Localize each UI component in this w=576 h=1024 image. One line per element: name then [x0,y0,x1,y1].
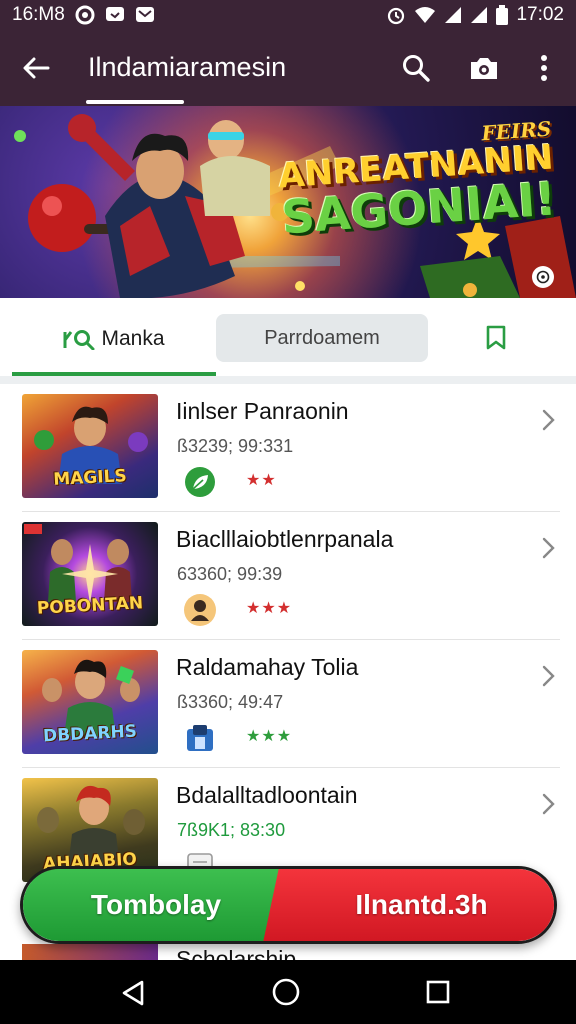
system-nav-bar [0,960,576,1024]
tab-bookmarks[interactable] [470,316,522,360]
back-triangle-icon[interactable] [118,978,148,1008]
search-icon [403,55,430,82]
chevron-right-icon [542,793,555,815]
status-time: 16:M8 [12,4,65,25]
app-screen: 16:M8 17:02 Ilndamiaramesin FEIRS ANREAT… [0,0,576,1024]
rating-stars: ★★ [246,472,277,489]
green-leaf-badge-icon [182,466,218,498]
wifi-icon [414,6,436,24]
item-meta: 7ß9K1; 83:30 [177,820,286,840]
chevron-right-icon [542,409,555,431]
game-thumbnail: DBDARHS [22,650,158,754]
home-circle-icon[interactable] [270,976,302,1008]
item-meta: 63360; 99:39 [177,564,283,584]
list-item[interactable]: MAGILS Iinlser Panraonin ß3239; 99:331 ★… [0,384,576,512]
game-thumbnail: MAGILS [22,394,158,498]
back-button[interactable] [16,48,56,88]
chevron-right-icon [542,665,555,687]
split-action-button: Tombolay Ilnantd.3h [20,866,557,944]
item-title: Bdalalltadloontain [176,782,358,808]
item-title: Iinlser Panraonin [176,398,349,424]
status-bar: 16:M8 17:02 [0,0,576,30]
blue-cube-icon [182,722,218,754]
tab-manka[interactable]: Manka [12,308,216,370]
chevron-right-icon [542,537,555,559]
more-options-button[interactable] [524,48,564,88]
title-underline [86,100,184,104]
list-item[interactable]: DBDARHS Raldamahay Tolia ß3360; 49:47 ★★… [0,640,576,768]
page-title: Ilndamiaramesin [88,52,287,82]
signal-icon [470,6,488,24]
banner-info-icon[interactable] [532,266,554,288]
game-thumbnail: POBONTAN [22,522,158,626]
bookmark-icon [486,325,506,350]
tab-parrdoamem-label: Parrdoamem [264,326,380,349]
recents-square-icon[interactable] [424,978,452,1006]
app-bar: Ilndamiaramesin [0,30,576,106]
search-button[interactable] [396,48,436,88]
tombolay-button[interactable]: Tombolay [23,869,289,941]
banner-headline: FEIRS ANREATNANIN SAGONIAI! [275,117,558,245]
promo-banner[interactable]: FEIRS ANREATNANIN SAGONIAI! [0,106,576,298]
tombolay-label: Tombolay [90,889,222,920]
item-meta: ß3360; 49:47 [177,692,284,712]
item-title: Raldamahay Tolia [176,654,359,680]
status-clock: 17:02 [516,4,564,25]
tab-parrdoamem[interactable]: Parrdoamem [216,314,428,362]
ilnantd-label: Ilnantd.3h [355,889,488,920]
settings-circle-icon [75,5,95,25]
battery-icon [496,5,509,25]
signal-icon [444,6,462,24]
rating-stars: ★★★ [246,728,293,745]
more-vertical-icon [541,55,547,81]
hero-avatar-icon [182,594,218,626]
arrow-left-icon [23,57,50,79]
next-item-title: Scholarship [176,946,297,960]
item-meta: ß3239; 99:331 [177,436,294,456]
message-icon [105,6,125,24]
mail-icon [135,6,155,24]
camera-icon [471,58,497,79]
next-item-thumbnail [22,944,158,960]
leaf-search-icon [63,330,95,350]
tabs-divider [0,376,576,384]
tab-manka-label: Manka [101,327,165,350]
rating-stars: ★★★ [246,600,293,617]
list-item[interactable]: POBONTAN Biaclllaiobtlenrpanala 63360; 9… [0,512,576,640]
camera-button[interactable] [464,48,504,88]
tab-bar: Manka Parrdoamem [0,298,576,378]
alarm-icon [386,5,406,25]
item-title: Biaclllaiobtlenrpanala [176,526,394,552]
ilnantd-button[interactable]: Ilnantd.3h [289,869,554,941]
